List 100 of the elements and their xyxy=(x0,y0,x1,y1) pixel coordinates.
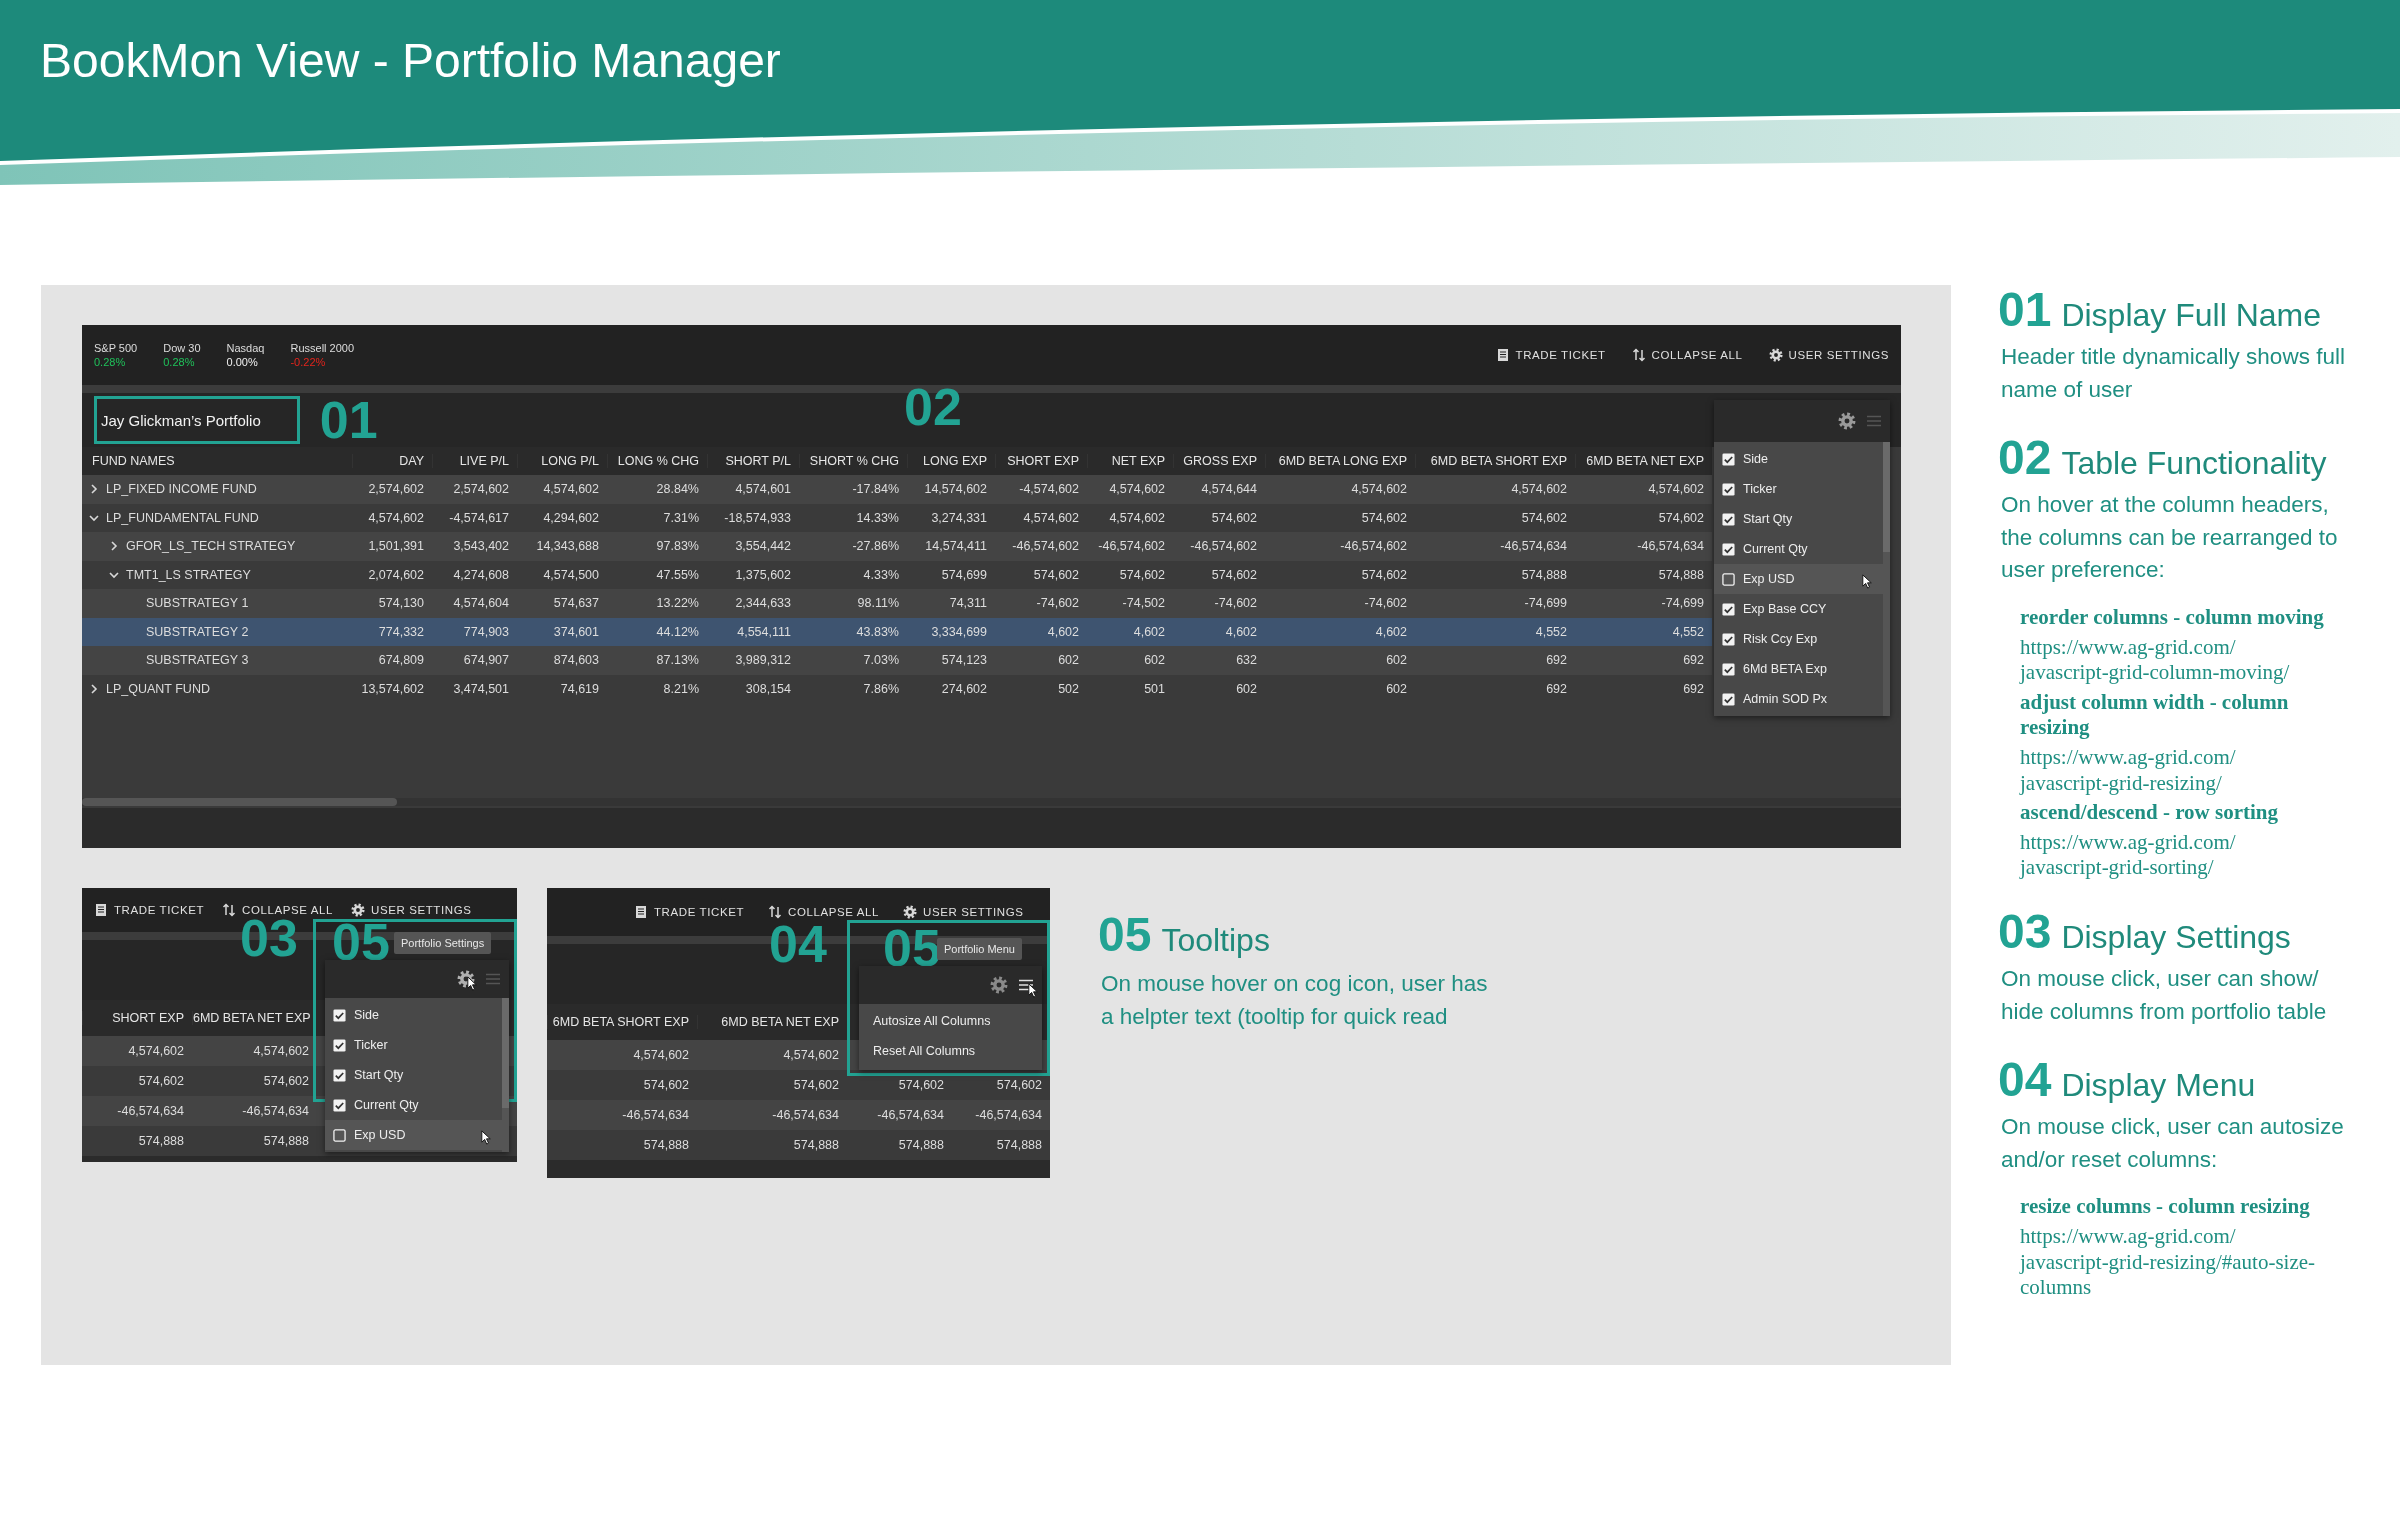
column-header[interactable]: LONG P/L xyxy=(517,454,607,468)
chevron-right-icon[interactable] xyxy=(88,682,100,695)
table-cell-text: 574,602 xyxy=(1657,510,1705,525)
menu-item[interactable]: Autosize All Columns xyxy=(859,1006,1042,1036)
table-cell-text: -27.86% xyxy=(851,539,900,554)
table-row[interactable]: SUBSTRATEGY 1 574,130 4,574,604 574,637 13.22% 2,344,633 98.11% 74,311 -74,602 -74,502 -74,602 -74,602 -74,699 -74,699 xyxy=(82,589,1712,618)
column-header[interactable]: DAY xyxy=(352,454,432,468)
column-header[interactable]: 6MD BETA NET EXP xyxy=(697,1015,847,1029)
column-option[interactable]: Exp USD xyxy=(1714,564,1883,594)
index-name: Russell 2000 xyxy=(290,342,355,354)
table-cell-text: 3,543,402 xyxy=(452,539,510,554)
column-header[interactable]: SHORT P/L xyxy=(707,454,799,468)
table-row[interactable]: LP_FIXED INCOME FUND 2,574,602 2,574,602 4,574,602 28.84% 4,574,601 -17.84% 14,574,602 -4,574,602 4,574,602 4,574,644 4,574,602 4,574,602 4,574,602 xyxy=(82,475,1712,504)
table-cell-text: -46,574,634 xyxy=(241,1104,310,1118)
chevron-right-icon[interactable] xyxy=(88,483,100,496)
toolbar-button[interactable]: COLLAPSE ALL xyxy=(768,905,879,919)
column-header[interactable]: FUND NAMES xyxy=(82,454,352,468)
toolbar-button[interactable]: USER SETTINGS xyxy=(903,905,1024,919)
scrollbar-track[interactable] xyxy=(82,798,1901,806)
index-name: Dow 30 xyxy=(163,342,201,354)
column-option[interactable]: Risk Ccy Exp xyxy=(1714,624,1883,654)
column-header[interactable]: 6MD BETA NET EXP xyxy=(192,1011,317,1025)
toolbar-button[interactable]: TRADE TICKET xyxy=(634,905,745,919)
callout-number: 05 xyxy=(332,916,390,968)
column-header[interactable]: LIVE P/L xyxy=(432,454,517,468)
table-cell-text: 4,552 xyxy=(1671,624,1705,639)
fund-name: LP_QUANT FUND xyxy=(106,681,210,696)
column-header[interactable]: 6MD BETA LONG EXP xyxy=(1265,454,1415,468)
menu-icon[interactable] xyxy=(1018,977,1034,993)
table-cell-text: 4,602 xyxy=(1224,624,1258,639)
scrollbar-thumb[interactable] xyxy=(502,998,509,1108)
note-title: Display Settings xyxy=(2061,919,2291,956)
table-cell-text: 4,294,602 xyxy=(542,510,600,525)
settings-icon[interactable] xyxy=(457,970,475,988)
table-cell-text: 574,602 xyxy=(1032,567,1080,582)
table-cell-text: -18,574,933 xyxy=(723,510,792,525)
column-header[interactable]: GROSS EXP xyxy=(1173,454,1265,468)
table-row[interactable]: SUBSTRATEGY 2 774,332 774,903 374,601 44.12% 4,554,111 43.83% 3,334,699 4,602 4,602 4,602 4,602 4,552 4,552 xyxy=(82,617,1712,646)
note-number: 01 xyxy=(1998,285,2052,336)
note-number: 02 xyxy=(1998,432,2052,484)
index-change: 0.00% xyxy=(226,356,259,368)
ticket-icon xyxy=(1495,348,1510,362)
table-cell-text: 14,343,688 xyxy=(535,539,600,554)
table-cell-text: 574,637 xyxy=(552,596,600,611)
ticket-icon xyxy=(94,903,108,917)
table-cell-text: 692 xyxy=(1545,653,1568,668)
toolbar-button[interactable]: TRADE TICKET xyxy=(1495,348,1606,362)
scrollbar-thumb[interactable] xyxy=(1883,442,1890,552)
toolbar-button[interactable]: USER SETTINGS xyxy=(351,903,472,917)
note-text: On mouse hover on cog icon, user has a helpter text (tooltip for quick read xyxy=(1101,970,1489,1031)
column-option[interactable]: Start Qty xyxy=(325,1060,502,1090)
table-cell-text: 574,602 xyxy=(897,1078,945,1092)
column-header[interactable]: SHORT % CHG xyxy=(799,454,907,468)
column-header[interactable]: LONG % CHG xyxy=(607,454,707,468)
table-cell-text: 574,888 xyxy=(262,1134,310,1148)
cursor-icon xyxy=(1860,574,1875,589)
link[interactable]: https://www.ag-grid.com/javascript-grid-resizing/#auto-size-columns xyxy=(2020,1223,2348,1301)
link[interactable]: https://www.ag-grid.com/javascript-grid-sorting/ xyxy=(2020,829,2348,881)
column-option[interactable]: Start Qty xyxy=(1714,504,1883,534)
callout-number: 04 xyxy=(769,918,827,970)
table-cell-text: 574,602 xyxy=(995,1078,1043,1092)
table-cell-text: 574,602 xyxy=(1360,510,1408,525)
column-header[interactable]: 6MD BETA NET EXP xyxy=(1575,454,1712,468)
table-cell-text: 4,574,602 xyxy=(782,1048,840,1062)
chevron-right-icon[interactable] xyxy=(108,540,120,553)
cursor-icon xyxy=(465,976,480,991)
index-change: 0.28% xyxy=(163,356,196,368)
column-header[interactable]: 6MD BETA SHORT EXP xyxy=(1415,454,1575,468)
toolbar-button[interactable]: COLLAPSE ALL xyxy=(222,903,333,917)
table-cell-text: -4,574,602 xyxy=(1018,482,1080,497)
column-option[interactable]: Exp Base CCY xyxy=(1714,594,1883,624)
toolbar-button[interactable]: COLLAPSE ALL xyxy=(1631,348,1743,362)
column-header[interactable]: LONG EXP xyxy=(907,454,995,468)
column-header[interactable]: SHORT EXP xyxy=(995,454,1087,468)
column-option[interactable]: Admin SOD Px xyxy=(1714,684,1883,714)
column-header[interactable]: NET EXP xyxy=(1087,454,1173,468)
scrollbar-track[interactable] xyxy=(502,998,509,1152)
column-header[interactable]: SHORT EXP xyxy=(82,1011,192,1025)
column-option[interactable]: Side xyxy=(1714,444,1883,474)
fund-name: SUBSTRATEGY 1 xyxy=(146,596,249,611)
table-cell-text: 4,574,602 xyxy=(1350,482,1408,497)
table-cell-text: 574,888 xyxy=(137,1134,185,1148)
column-option[interactable]: Current Qty xyxy=(1714,534,1883,564)
scrollbar-thumb[interactable] xyxy=(82,798,397,806)
toolbar-button[interactable]: USER SETTINGS xyxy=(1768,348,1889,362)
menu-item[interactable]: Reset All Columns xyxy=(859,1036,1042,1066)
column-option[interactable]: Ticker xyxy=(325,1030,502,1060)
table-cell-text: -74,602 xyxy=(1363,596,1408,611)
table-cell-text: -46,574,602 xyxy=(1339,539,1408,554)
scrollbar-track[interactable] xyxy=(1883,442,1890,716)
table-row[interactable]: GFOR_LS_TECH STRATEGY 1,501,391 3,543,402 14,343,688 97.83% 3,554,442 -27.86% 14,574,411 -46,574,602 -46,574,602 -46,574,602 -46,574,602 -46,574,634 -46,574,634 xyxy=(82,532,1712,561)
column-option[interactable]: Exp USD xyxy=(325,1120,502,1150)
table-row[interactable]: SUBSTRATEGY 3 674,809 674,907 874,603 87.13% 3,989,312 7.03% 574,123 602 602 632 602 692 692 xyxy=(82,646,1712,675)
column-option[interactable]: 6Md BETA Exp xyxy=(1714,654,1883,684)
toolbar-button[interactable]: TRADE TICKET xyxy=(94,903,205,917)
column-header[interactable]: 6MD BETA SHORT EXP xyxy=(547,1015,697,1029)
column-option[interactable]: Ticker xyxy=(1714,474,1883,504)
column-option[interactable]: Side xyxy=(325,1000,502,1030)
column-option[interactable]: Current Qty xyxy=(325,1090,502,1120)
fund-name: LP_FIXED INCOME FUND xyxy=(106,482,257,497)
